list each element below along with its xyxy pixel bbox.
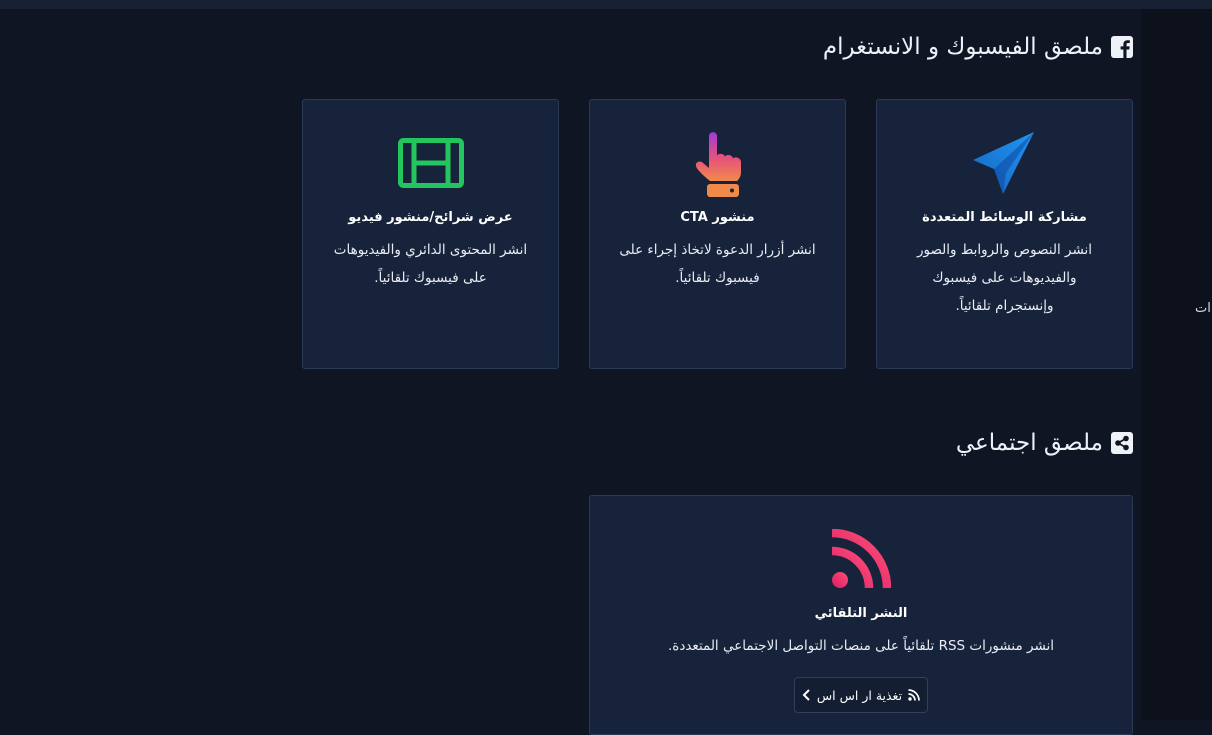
paper-plane-icon [972,132,1034,194]
desc-line: انشر المحتوى الدائري والفيديوهات [333,242,528,258]
card-title: عرض شرائح/منشور فيديو [348,210,513,225]
rss-icon [831,529,891,589]
card-description: انشر النصوص والروابط والصور والفيديوهات … [901,236,1108,320]
pointing-hand-icon [695,132,741,197]
card-multimedia-sharing[interactable]: مشاركة الوسائط المتعددة انشر النصوص والر… [876,99,1133,369]
facebook-square-icon [1111,36,1133,58]
desc-line: على فيسبوك تلقائياً. [374,270,487,286]
card-description: انشر أزرار الدعوة لاتخاذ إجراء على فيسبو… [614,236,821,292]
desc-line: انشر النصوص والروابط والصور [916,242,1093,258]
card-auto-publish[interactable]: النشر التلقائي انشر منشورات RSS تلقائياً… [589,495,1133,735]
desc-line: انشر أزرار الدعوة لاتخاذ إجراء على [619,242,816,258]
social-section-title: ملصق اجتماعي [956,430,1133,456]
social-section-title-text: ملصق اجتماعي [955,430,1103,456]
card-title: مشاركة الوسائط المتعددة [922,210,1087,225]
card-description: انشر المحتوى الدائري والفيديوهات على فيس… [327,236,534,292]
rss-feed-button[interactable]: تغذية ار اس اس [794,677,928,713]
top-bar [0,0,1212,9]
desc-line: والفيديوهات على فيسبوك [932,270,1077,286]
facebook-section-title: ملصق الفيسبوك و الانستغرام [823,34,1133,60]
card-title: النشر التلقائي [814,606,908,621]
rss-feed-button-label: تغذية ار اس اس [816,687,903,703]
desc-line: فيسبوك تلقائياً. [675,270,760,286]
card-cta-post[interactable]: منشور CTA انشر أزرار الدعوة لاتخاذ إجراء… [589,99,846,369]
truncated-edge-text: ات [1195,301,1211,316]
right-side-panel [1142,9,1212,720]
facebook-section-title-text: ملصق الفيسبوك و الانستغرام [822,34,1103,60]
share-square-icon [1111,432,1133,454]
chevron-left-icon [802,689,810,701]
card-title: منشور CTA [680,210,755,225]
card-description: انشر منشورات RSS تلقائياً على منصات التو… [614,632,1108,660]
desc-line: وإنستجرام تلقائياً. [955,298,1054,314]
rss-small-icon [908,689,920,701]
desc-line: انشر منشورات RSS تلقائياً على منصات التو… [667,638,1055,654]
film-icon [397,138,464,188]
card-carousel-video-post[interactable]: عرض شرائح/منشور فيديو انشر المحتوى الدائ… [302,99,559,369]
